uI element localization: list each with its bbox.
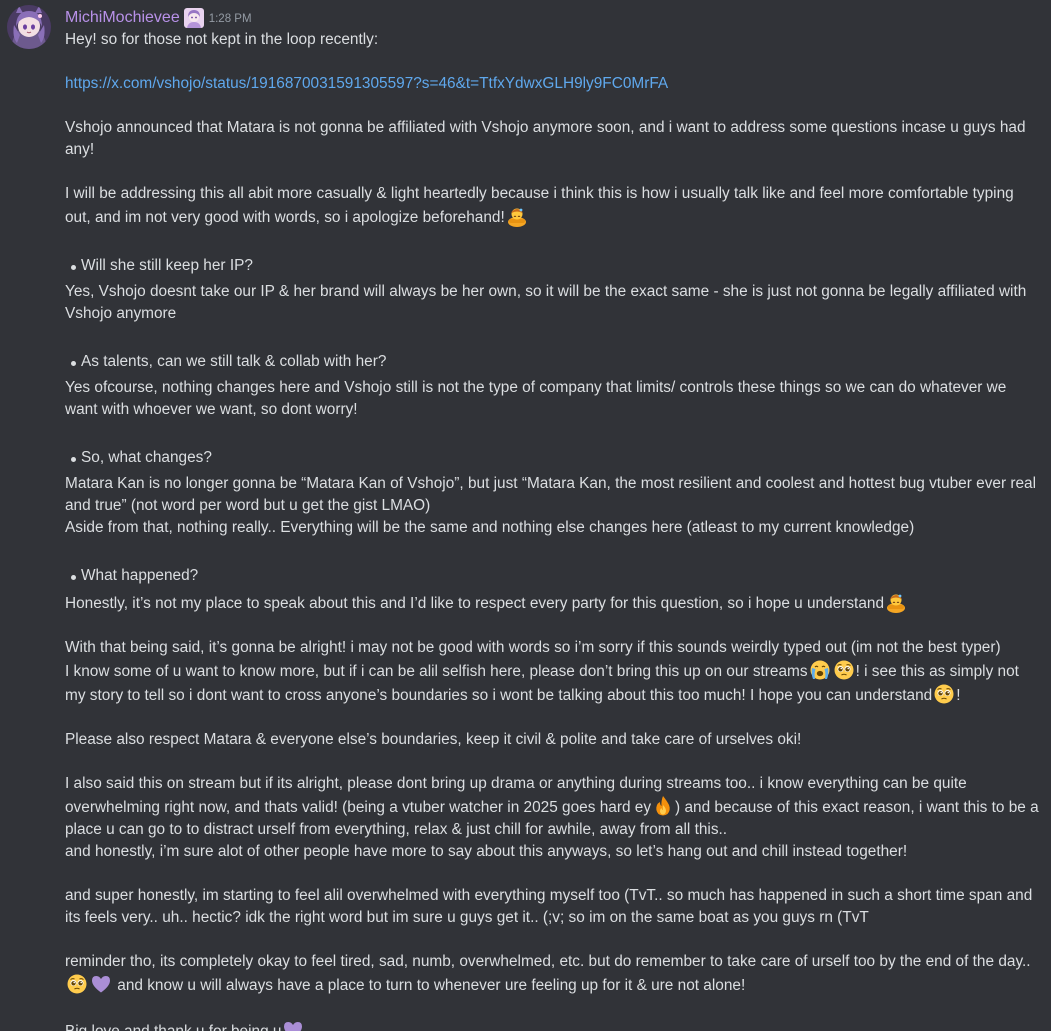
tweet-link[interactable]: https://x.com/vshojo/status/191687003159… bbox=[65, 75, 668, 92]
fire-emoji-icon bbox=[652, 795, 674, 817]
announcement-text: Vshojo announced that Matara is not gonn… bbox=[65, 119, 1026, 158]
user-avatar[interactable] bbox=[7, 5, 51, 49]
answer-ip: Yes, Vshojo doesnt take our IP & her bra… bbox=[65, 283, 1027, 322]
answer-happened-paragraph: Honestly, it’s not my place to speak abo… bbox=[65, 591, 1040, 615]
casual-note-paragraph: I will be addressing this all abit more … bbox=[65, 183, 1040, 229]
avatar-image bbox=[7, 5, 51, 49]
stream-text-c: and honestly, i’m sure alot of other peo… bbox=[65, 843, 908, 860]
honest-text: and super honestly, im starting to feel … bbox=[65, 887, 1033, 926]
person-bowing-emoji-icon bbox=[885, 591, 907, 613]
love-paragraph: Big love and thank u for being u bbox=[65, 1019, 1040, 1031]
alright-text: With that being said, it’s gonna be alri… bbox=[65, 639, 1001, 656]
message-header: MichiMochievee 1:28 PM bbox=[65, 7, 252, 29]
pleading-face-emoji-icon bbox=[833, 659, 855, 681]
question-list-2: As talents, can we still talk & collab w… bbox=[65, 351, 1040, 373]
role-badge-icon bbox=[183, 8, 204, 28]
answer-changes-2: Aside from that, nothing really.. Everyt… bbox=[65, 519, 915, 536]
purple-heart-emoji-icon bbox=[282, 1019, 304, 1031]
answer-changes-1: Matara Kan is no longer gonna be “Matara… bbox=[65, 475, 1037, 514]
person-bowing-emoji-icon bbox=[506, 205, 528, 227]
reminder-text-b: and know u will always have a place to t… bbox=[113, 977, 746, 994]
selfish-text-a: I know some of u want to know more, but … bbox=[65, 663, 808, 680]
reminder-text-a: reminder tho, its completely okay to fee… bbox=[65, 953, 1031, 970]
purple-heart-emoji-icon bbox=[90, 973, 112, 995]
username[interactable]: MichiMochievee bbox=[65, 9, 180, 27]
question-happened: What happened? bbox=[71, 565, 1040, 587]
question-changes: So, what changes? bbox=[71, 447, 1040, 469]
intro-text: Hey! so for those not kept in the loop r… bbox=[65, 31, 379, 48]
respect-text: Please also respect Matara & everyone el… bbox=[65, 731, 802, 748]
selfish-text-c: ! bbox=[956, 687, 961, 704]
pleading-face-emoji-icon bbox=[66, 973, 88, 995]
love-text: Big love and thank u for being u bbox=[65, 1023, 281, 1031]
stream-paragraph: I also said this on stream but if its al… bbox=[65, 773, 1040, 841]
question-list-1: Will she still keep her IP? bbox=[65, 255, 1040, 277]
reminder-paragraph: reminder tho, its completely okay to fee… bbox=[65, 951, 1040, 997]
message-content: Hey! so for those not kept in the loop r… bbox=[65, 29, 1040, 1031]
answer-collab: Yes ofcourse, nothing changes here and V… bbox=[65, 379, 1007, 418]
question-list-3: So, what changes? bbox=[65, 447, 1040, 469]
selfish-paragraph: I know some of u want to know more, but … bbox=[65, 659, 1040, 707]
question-list-4: What happened? bbox=[65, 565, 1040, 587]
answer-happened: Honestly, it’s not my place to speak abo… bbox=[65, 595, 885, 612]
chat-message: MichiMochievee 1:28 PM Hey! so for those… bbox=[0, 0, 1051, 1031]
casual-note-text: I will be addressing this all abit more … bbox=[65, 185, 1014, 226]
loudly-crying-face-emoji-icon bbox=[809, 659, 831, 681]
message-timestamp: 1:28 PM bbox=[208, 13, 252, 25]
question-collab: As talents, can we still talk & collab w… bbox=[71, 351, 1040, 373]
pleading-face-emoji-icon bbox=[933, 683, 955, 705]
question-ip: Will she still keep her IP? bbox=[71, 255, 1040, 277]
